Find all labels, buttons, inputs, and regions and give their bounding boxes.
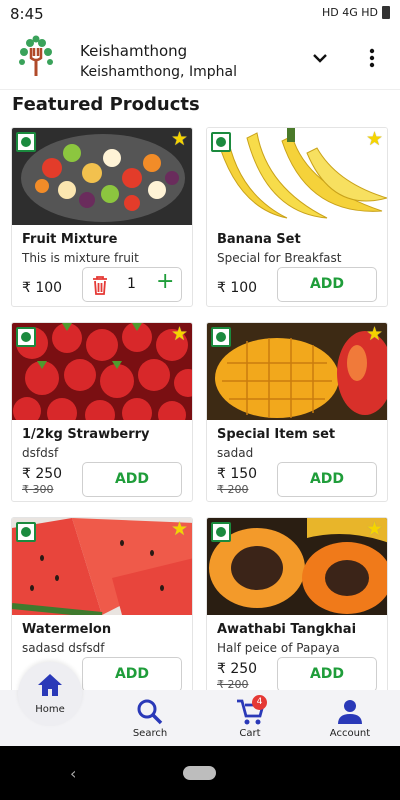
veg-indicator-icon — [16, 327, 36, 347]
star-icon[interactable]: ★ — [366, 520, 383, 539]
product-description: Special for Breakfast — [217, 251, 342, 265]
add-button[interactable]: ADD — [277, 267, 377, 302]
product-name: Awathabi Tangkhai — [217, 622, 357, 637]
product-name: 1/2kg Strawberry — [22, 427, 150, 442]
product-card[interactable]: ★ Banana Set Special for Breakfast ₹ 100… — [206, 127, 388, 307]
fork-tree-logo-icon — [14, 34, 58, 78]
product-name: Watermelon — [22, 622, 112, 637]
nav-search[interactable]: Search — [110, 698, 190, 739]
veg-indicator-icon — [16, 132, 36, 152]
add-button[interactable]: ADD — [82, 462, 182, 497]
quantity-stepper: 1 + — [82, 267, 182, 302]
papaya-image — [207, 518, 387, 615]
veg-indicator-icon — [211, 522, 231, 542]
product-old-price: ₹ 300 — [22, 483, 54, 496]
product-card[interactable]: ★ Fruit Mixture This is mixture fruit ₹ … — [11, 127, 193, 307]
product-card[interactable]: ★ 1/2kg Strawberry dsfdsf ₹ 250 ₹ 300 AD… — [11, 322, 193, 502]
star-icon[interactable]: ★ — [171, 130, 188, 149]
nav-search-label: Search — [132, 728, 168, 739]
product-price: ₹ 150 — [217, 466, 258, 482]
add-button[interactable]: ADD — [277, 657, 377, 692]
plus-icon[interactable]: + — [156, 269, 174, 294]
strawberry-image — [12, 323, 192, 420]
fruit-salad-image — [12, 128, 192, 225]
veg-indicator-icon — [16, 522, 36, 542]
nav-cart[interactable]: 4 Cart — [210, 695, 290, 739]
section-title: Featured Products — [12, 94, 200, 115]
product-card[interactable]: ★ Special Item set sadad ₹ 150 ₹ 200 ADD — [206, 322, 388, 502]
star-icon[interactable]: ★ — [366, 130, 383, 149]
nav-cart-label: Cart — [239, 728, 261, 739]
location-subtitle[interactable]: Keishamthong, Imphal — [80, 64, 237, 80]
back-icon[interactable]: ‹ — [70, 764, 76, 783]
app-header: Keishamthong Keishamthong, Imphal — [0, 28, 400, 90]
product-price: ₹ 250 — [22, 466, 63, 482]
battery-icon — [382, 6, 390, 19]
product-old-price: ₹ 200 — [217, 483, 249, 496]
add-button[interactable]: ADD — [82, 657, 182, 692]
nav-account-label: Account — [329, 728, 371, 739]
home-pill-icon[interactable] — [183, 766, 216, 780]
trash-icon[interactable] — [91, 275, 109, 295]
star-icon[interactable]: ★ — [366, 325, 383, 344]
product-price: ₹ 250 — [217, 661, 258, 677]
chevron-down-icon[interactable] — [308, 46, 332, 70]
nav-home[interactable]: Home — [10, 672, 90, 715]
product-description: sadasd dsfsdf — [22, 641, 105, 655]
product-name: Special Item set — [217, 427, 336, 442]
watermelon-image — [12, 518, 192, 615]
system-navigation-bar: ‹ — [0, 746, 400, 800]
product-description: dsfdsf — [22, 446, 59, 460]
location-title[interactable]: Keishamthong — [80, 42, 187, 60]
veg-indicator-icon — [211, 327, 231, 347]
cart-count-badge: 4 — [252, 695, 267, 710]
quantity-value: 1 — [127, 276, 136, 292]
mango-image — [207, 323, 387, 420]
more-vert-icon[interactable] — [364, 46, 380, 70]
product-price: ₹ 100 — [217, 280, 258, 296]
account-icon — [338, 700, 362, 724]
product-description: This is mixture fruit — [22, 251, 139, 265]
search-icon — [137, 699, 163, 725]
veg-indicator-icon — [211, 132, 231, 152]
nav-home-label: Home — [35, 704, 65, 715]
product-price: ₹ 100 — [22, 280, 63, 296]
product-description: Half peice of Papaya — [217, 641, 340, 655]
product-name: Banana Set — [217, 232, 301, 247]
status-bar: 8:45 HD 4G HD — [0, 0, 400, 28]
add-button[interactable]: ADD — [277, 462, 377, 497]
star-icon[interactable]: ★ — [171, 325, 188, 344]
product-name: Fruit Mixture — [22, 232, 118, 247]
status-time: 8:45 — [10, 5, 44, 23]
status-indicators: HD 4G HD — [322, 6, 390, 19]
product-card[interactable]: ★ Awathabi Tangkhai Half peice of Papaya… — [206, 517, 388, 697]
home-icon — [38, 674, 62, 696]
star-icon[interactable]: ★ — [171, 520, 188, 539]
nav-account[interactable]: Account — [310, 698, 390, 739]
product-description: sadad — [217, 446, 254, 460]
signal-text: HD 4G HD — [322, 6, 378, 19]
banana-image — [207, 128, 387, 225]
